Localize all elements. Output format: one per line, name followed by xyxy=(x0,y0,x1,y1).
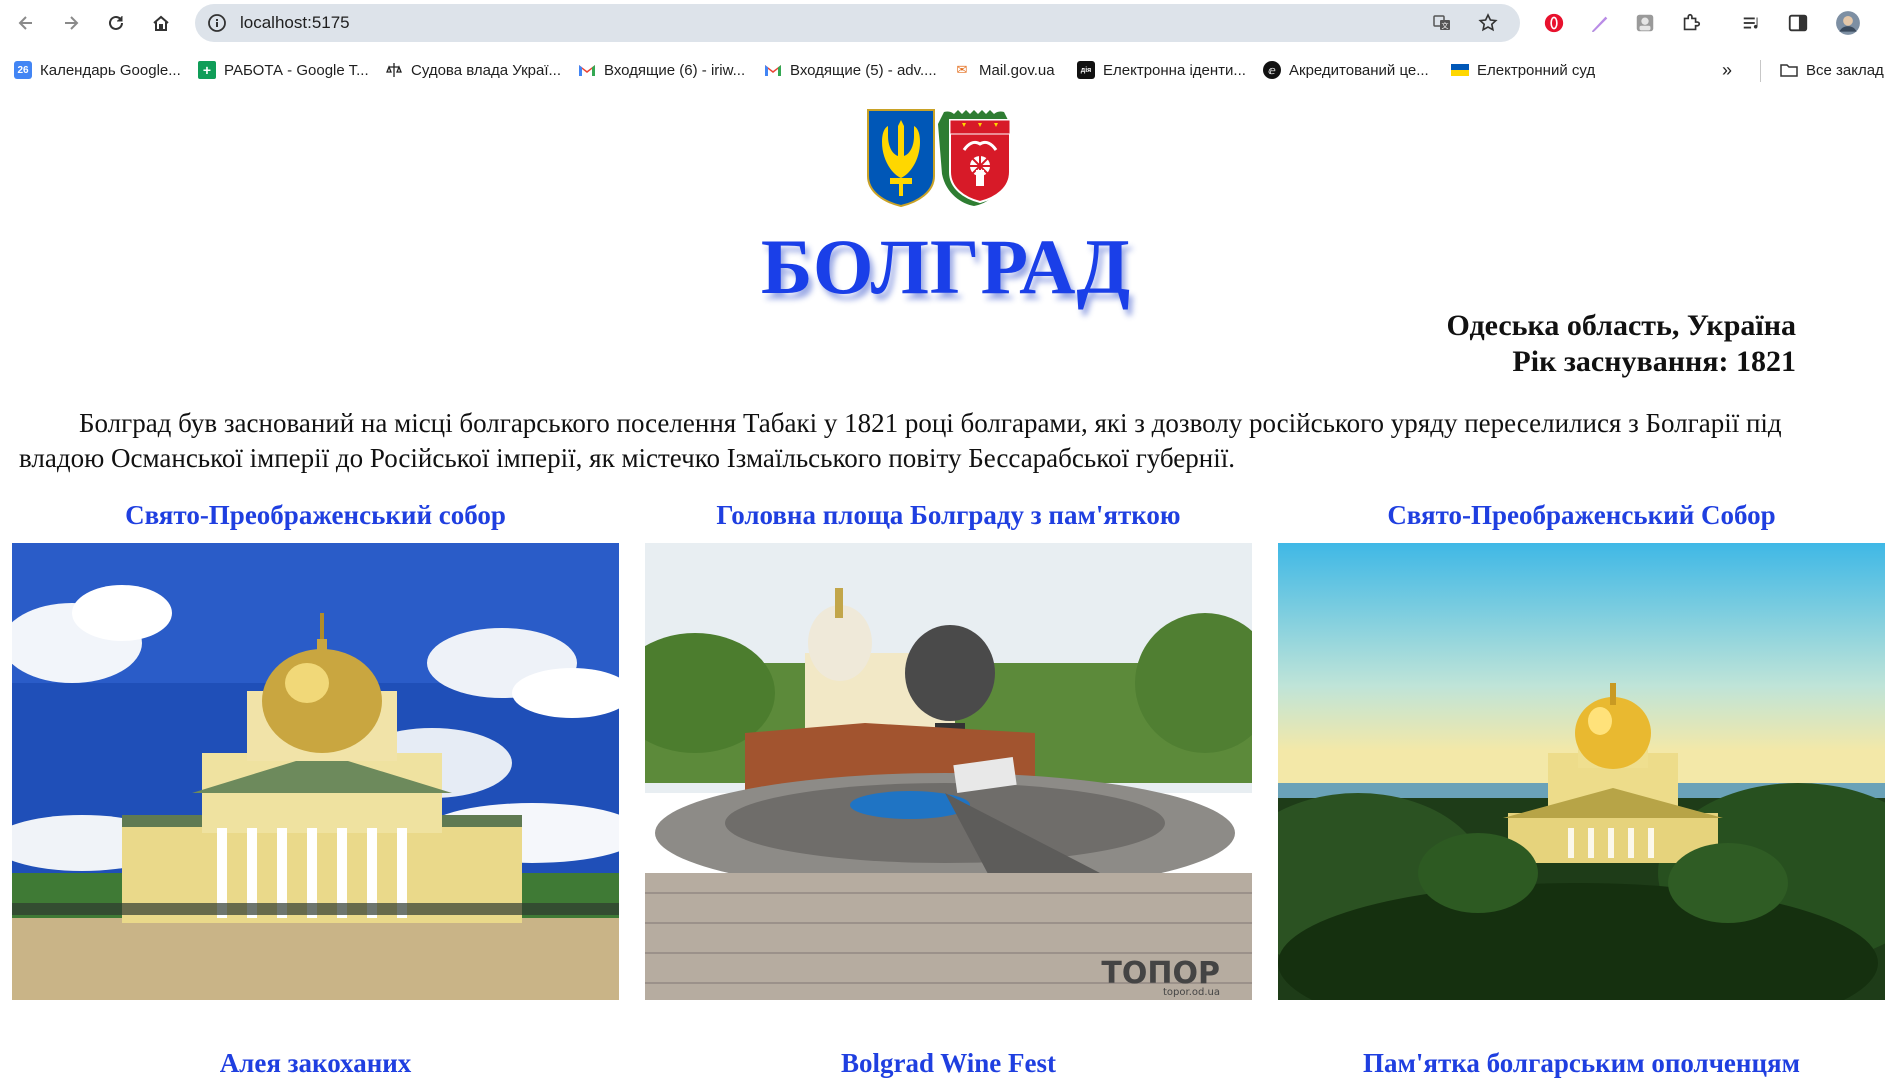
forward-button[interactable] xyxy=(53,5,89,41)
folder-icon xyxy=(1780,61,1798,79)
profile-extension-icon[interactable] xyxy=(1631,9,1659,37)
ukraine-coat-of-arms-icon xyxy=(867,109,935,208)
bookmark-label: Акредитований це... xyxy=(1289,61,1429,79)
more-bookmarks-button[interactable]: » xyxy=(1722,58,1732,82)
reading-list-icon[interactable] xyxy=(1738,9,1766,37)
extensions-puzzle-icon[interactable] xyxy=(1677,9,1705,37)
google-sheets-icon: + xyxy=(198,61,216,79)
bookmark-diia[interactable]: дія Електронна іденти... xyxy=(1077,58,1246,82)
google-calendar-icon: 26 xyxy=(14,61,32,79)
back-button[interactable] xyxy=(8,5,44,41)
bolgrad-coat-of-arms-icon xyxy=(938,110,1011,206)
bookmark-divider xyxy=(1760,60,1761,82)
watermark-topor: ТОПОР xyxy=(1101,956,1220,991)
home-button[interactable] xyxy=(143,5,179,41)
card-image-3 xyxy=(1278,543,1885,1000)
all-bookmarks-button[interactable]: Все заклад xyxy=(1780,58,1884,82)
emblems xyxy=(866,108,1034,208)
all-bookmarks-label: Все заклад xyxy=(1806,61,1884,79)
bookmark-gmail-2[interactable]: Входящие (5) - adv.... xyxy=(764,58,937,82)
bookmark-label: Календарь Google... xyxy=(40,61,181,79)
accredited-center-icon: ⅇ xyxy=(1263,61,1281,79)
arrow-left-icon xyxy=(18,16,32,30)
bookmark-label: Mail.gov.ua xyxy=(979,61,1055,79)
more-bookmarks-label: » xyxy=(1722,59,1733,80)
page-title: БОЛГРАД xyxy=(760,223,1132,310)
bookmark-label: Входящие (5) - adv.... xyxy=(790,61,937,79)
bookmark-court[interactable]: Судова влада Украї... xyxy=(385,58,561,82)
gmail-icon xyxy=(764,61,782,79)
opera-extension-icon[interactable] xyxy=(1540,9,1568,37)
bookmark-label: Судова влада Украї... xyxy=(411,61,561,79)
bookmark-label: Електронна іденти... xyxy=(1103,61,1246,79)
bookmark-e-court[interactable]: Електронний суд xyxy=(1451,58,1595,82)
reload-button[interactable] xyxy=(98,5,134,41)
translate-icon[interactable]: 文 xyxy=(1430,11,1454,35)
bookmark-google-calendar[interactable]: 26 Календарь Google... xyxy=(14,58,181,82)
side-panel-icon[interactable] xyxy=(1784,9,1812,37)
avatar[interactable] xyxy=(1834,9,1862,37)
arrow-right-icon xyxy=(65,16,79,30)
gmail-icon xyxy=(578,61,596,79)
city-meta: Одеська область, Україна Рік заснування:… xyxy=(1447,308,1796,380)
bookmark-label: Входящие (6) - iriw... xyxy=(604,61,746,79)
bookmarks-bar: 26 Календарь Google... + РАБОТА - Google… xyxy=(0,46,1892,94)
diia-icon: дія xyxy=(1077,61,1095,79)
home-icon xyxy=(153,15,169,31)
card-image-1 xyxy=(12,543,619,1000)
bookmark-star-icon[interactable] xyxy=(1476,11,1500,35)
card-title-1: Свято-Преображенський собор xyxy=(125,500,506,530)
founded-text: Рік заснування: 1821 xyxy=(1512,345,1796,378)
bookmark-gmail-1[interactable]: Входящие (6) - iriw... xyxy=(578,58,745,82)
svg-text:文: 文 xyxy=(1442,21,1449,30)
card-title-3: Свято-Преображенський Собор xyxy=(1387,500,1776,530)
watermark-url: topor.od.ua xyxy=(1163,987,1220,998)
card-title-6: Пам'ятка болгарським ополченцям xyxy=(1362,1048,1801,1078)
card-image-2: ТОПОР topor.od.ua xyxy=(645,543,1252,1000)
region-text: Одеська область, Україна xyxy=(1446,309,1796,342)
bookmark-google-sheets[interactable]: + РАБОТА - Google T... xyxy=(198,58,369,82)
court-icon xyxy=(385,61,403,79)
reload-icon xyxy=(109,15,123,30)
bookmark-label: РАБОТА - Google T... xyxy=(224,61,369,79)
intro-paragraph: Болград був заснований на місці болгарсь… xyxy=(19,408,1782,473)
card-title-2: Головна площа Болграду з пам'яткою xyxy=(716,500,1181,530)
url-text[interactable]: localhost:5175 xyxy=(240,4,350,42)
ukraine-flag-icon xyxy=(1451,61,1469,79)
address-bar[interactable]: localhost:5175 文 xyxy=(195,4,1520,42)
mailgov-icon: ✉ xyxy=(956,62,968,77)
browser-toolbar: localhost:5175 文 xyxy=(0,0,1892,46)
bookmark-mailgov[interactable]: ✉ Mail.gov.ua xyxy=(953,58,1055,82)
bookmark-accredited[interactable]: ⅇ Акредитований це... xyxy=(1263,58,1429,82)
card-title-4: Алея закоханих xyxy=(219,1048,412,1078)
pen-extension-icon[interactable] xyxy=(1586,9,1614,37)
card-title-5: Bolgrad Wine Fest xyxy=(840,1048,1056,1078)
site-info-icon[interactable] xyxy=(205,11,229,35)
page-content: БОЛГРАД Одеська область, Україна Рік зас… xyxy=(0,94,1892,1081)
bookmark-label: Електронний суд xyxy=(1477,61,1596,79)
